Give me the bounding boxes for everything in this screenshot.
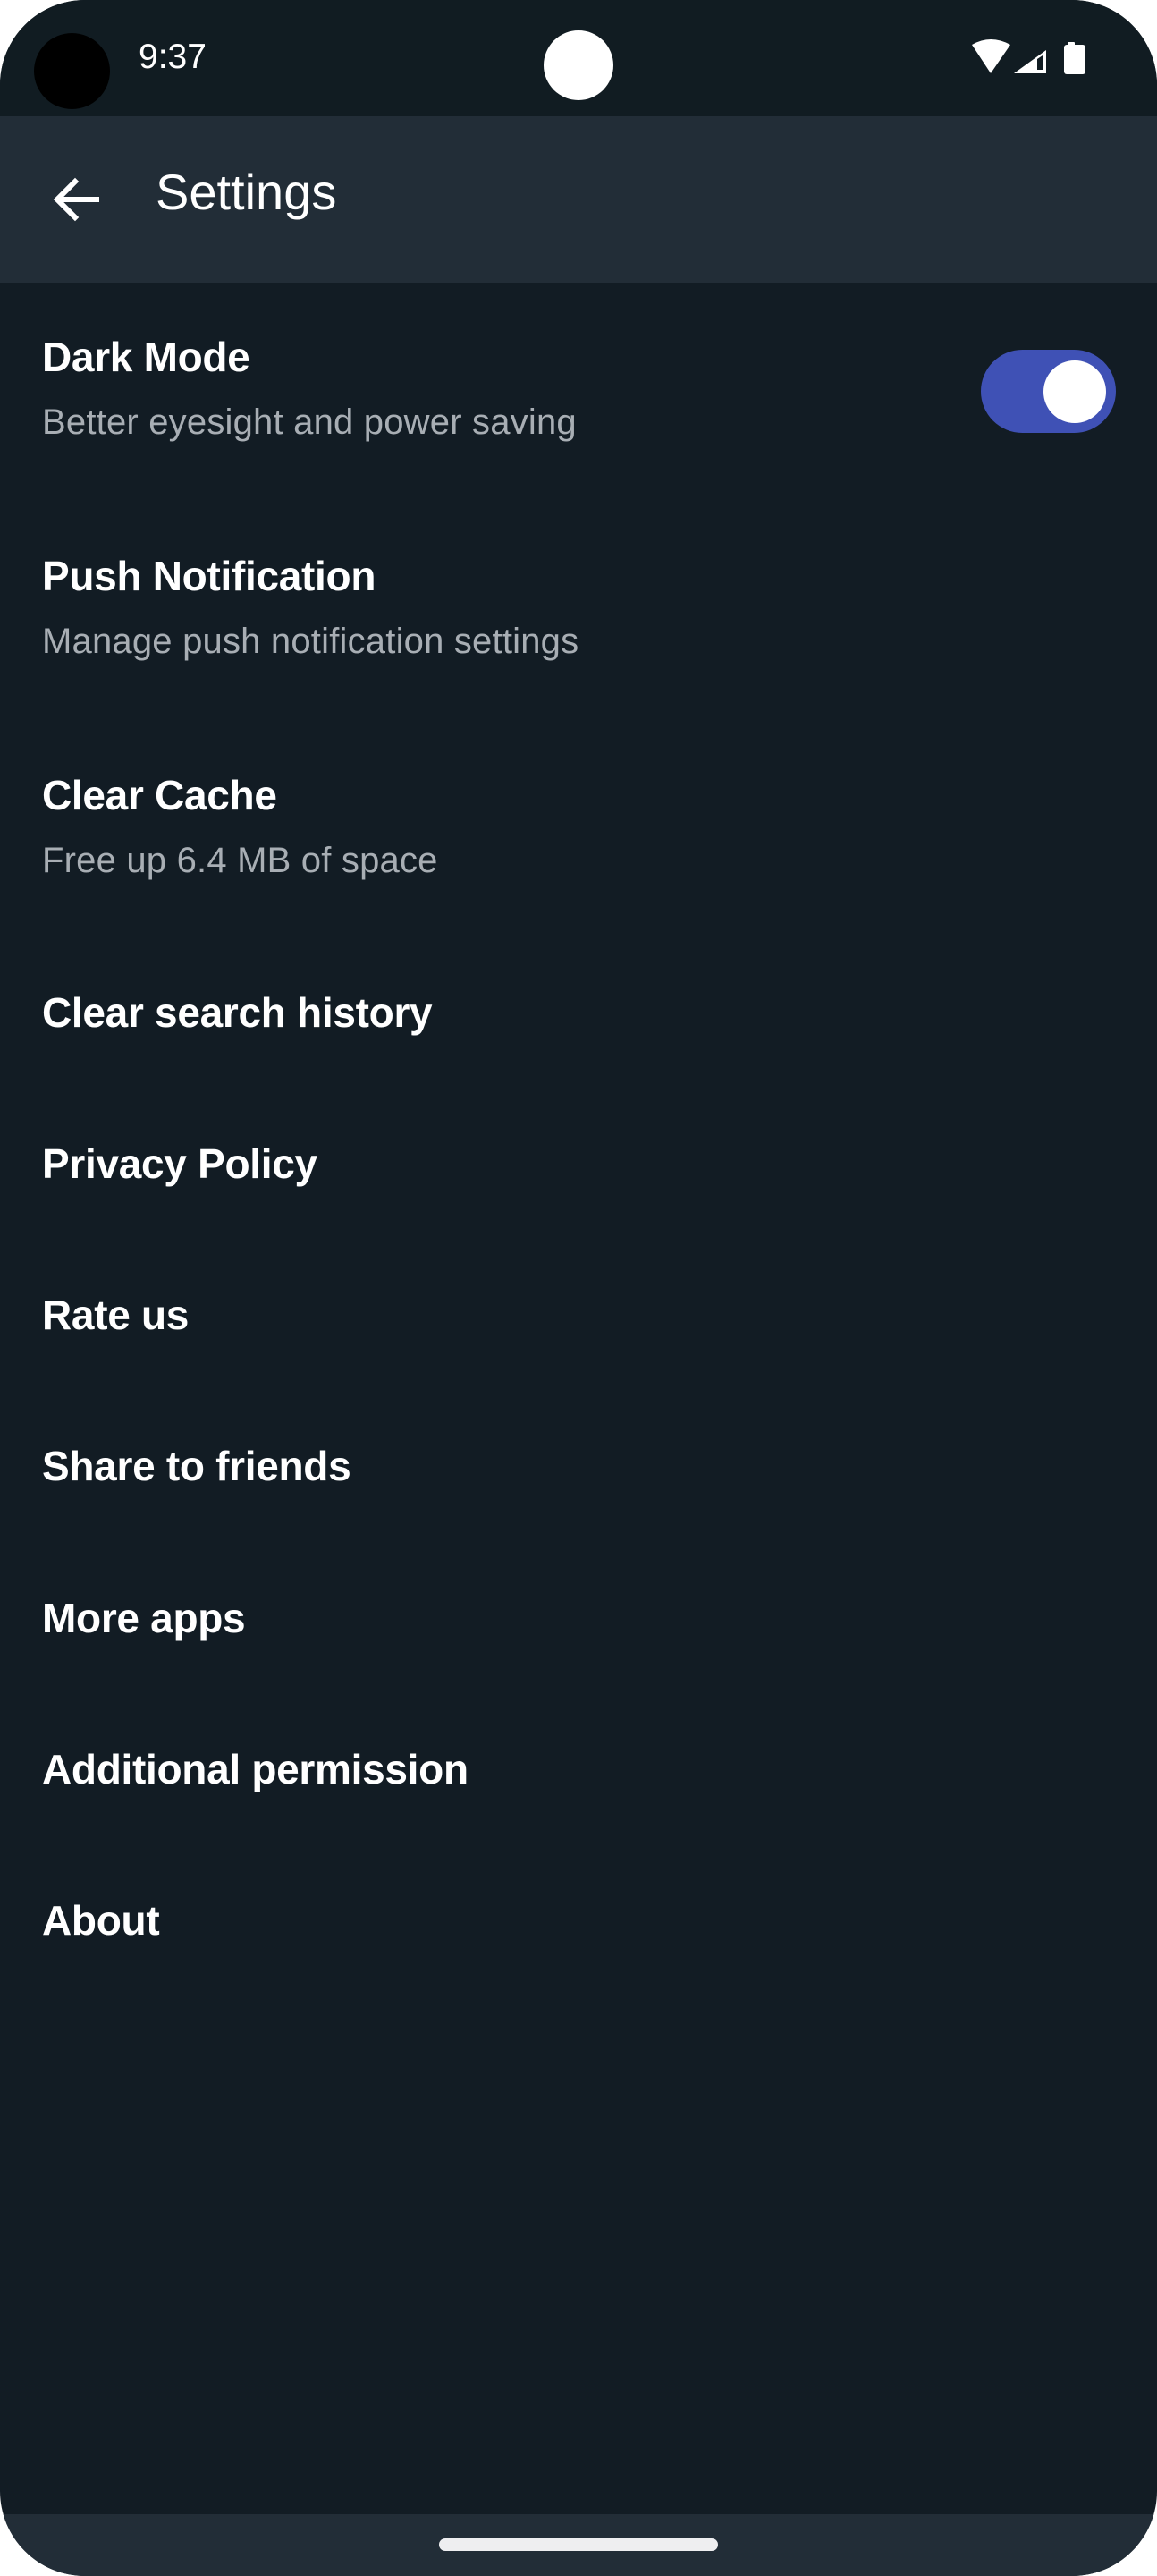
setting-title: Privacy Policy [42,1140,317,1187]
phone-screen: 9:37 Settings Dark Mode Better eyesight … [0,0,1157,2576]
status-time: 9:37 [139,38,207,76]
setting-title: Share to friends [42,1443,351,1489]
setting-about[interactable]: About [0,1856,1157,1981]
setting-rate-us[interactable]: Rate us [0,1250,1157,1376]
wifi-icon [972,39,1010,73]
setting-title: Push Notification [42,553,376,599]
setting-title: More apps [42,1595,246,1641]
battery-icon [1064,42,1085,74]
app-bar: Settings [0,116,1157,283]
setting-push-notification[interactable]: Push Notification Manage push notificati… [0,523,1157,671]
setting-clear-cache[interactable]: Clear Cache Free up 6.4 MB of space [0,742,1157,890]
navigation-bar [0,2514,1157,2576]
front-camera-punch-hole [544,30,613,100]
setting-privacy-policy[interactable]: Privacy Policy [0,1099,1157,1224]
setting-subtitle: Better eyesight and power saving [42,402,577,442]
setting-clear-search-history[interactable]: Clear search history [0,948,1157,1073]
setting-more-apps[interactable]: More apps [0,1554,1157,1679]
home-gesture-handle[interactable] [439,2538,718,2551]
toggle-thumb [1043,360,1106,423]
page-title: Settings [156,164,337,220]
setting-title: Rate us [42,1292,190,1338]
status-bar: 9:37 [0,0,1157,116]
arrow-left-icon[interactable] [50,168,104,231]
setting-additional-permission[interactable]: Additional permission [0,1705,1157,1830]
cellular-signal-icon [1014,50,1046,73]
status-icons [972,39,1085,74]
setting-title: Clear search history [42,989,433,1036]
setting-share-to-friends[interactable]: Share to friends [0,1402,1157,1527]
setting-subtitle: Free up 6.4 MB of space [42,841,438,880]
dark-mode-toggle[interactable] [981,350,1116,433]
camera-cutout [34,33,110,109]
setting-title: Clear Cache [42,772,277,818]
setting-title: Additional permission [42,1746,469,1792]
setting-subtitle: Manage push notification settings [42,622,579,661]
setting-title: About [42,1897,160,1944]
setting-title: Dark Mode [42,334,250,380]
